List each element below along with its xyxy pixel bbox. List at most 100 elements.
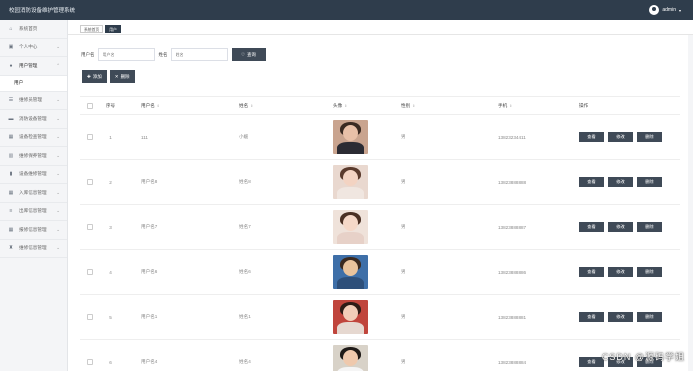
avatar-photo[interactable] [333, 300, 368, 334]
chevron-down-icon: ⌄ [56, 44, 60, 50]
tab-home[interactable]: 系统首页 [80, 25, 104, 33]
avatar-photo[interactable] [333, 255, 368, 289]
users-table: 序号 用户名 ⇕ 姓名 ⇕ 头像 ⇕ 性别 ⇕ 手机 ⇕ 操作 1 111 小媛 男 13… [80, 96, 680, 371]
edit-button[interactable]: 修改 [608, 222, 633, 232]
avatar[interactable] [649, 5, 660, 15]
sort-icon[interactable]: ⇕ [157, 104, 160, 108]
chevron-down-icon: ⌄ [56, 189, 60, 195]
row-checkbox[interactable] [87, 314, 93, 320]
tab-users[interactable]: 用户 [105, 25, 121, 33]
username[interactable]: admin [662, 7, 676, 13]
bulk-delete-button[interactable]: ✕ 删除 [109, 70, 135, 83]
grid-icon: ▦ [8, 189, 14, 196]
sidebar-item-label: 出库信息管理 [19, 208, 47, 214]
view-button[interactable]: 查看 [579, 267, 604, 277]
edit-button[interactable]: 修改 [608, 267, 633, 277]
sidebar-subitem-users[interactable]: 用户 [0, 75, 67, 92]
avatar-photo[interactable] [333, 165, 368, 199]
search-button-label: 查询 [247, 51, 257, 57]
add-button-label: 添加 [92, 73, 102, 79]
col-ops: 操作 [579, 102, 589, 108]
avatar-photo[interactable] [333, 345, 368, 371]
sidebar-item-label: 报修信息管理 [19, 226, 47, 232]
col-phone[interactable]: 手机 ⇕ [480, 103, 579, 109]
sidebar-item-label: 个人中心 [19, 44, 38, 50]
action-bar: ✚ 添加 ✕ 删除 [82, 70, 135, 83]
sliders-icon: ≡ [9, 208, 13, 215]
sidebar-item-profile[interactable]: ▣ 个人中心 ⌄ [0, 39, 67, 57]
sort-icon[interactable]: ⇕ [412, 104, 415, 108]
sidebar-item-stock-out[interactable]: ≡ 出库信息管理 ⌄ [0, 203, 67, 221]
name-label: 姓名 [158, 51, 168, 57]
row-phone: 13823234411 [498, 134, 526, 140]
sidebar-item-maintenance[interactable]: ▥ 维修保养管理 ⌄ [0, 147, 67, 166]
row-name: 姓名7 [239, 224, 251, 229]
sidebar-item-label: 系统首页 [19, 25, 38, 31]
delete-button[interactable]: 删除 [637, 222, 662, 232]
avatar-photo[interactable] [333, 120, 368, 154]
sort-icon[interactable]: ⇕ [344, 104, 347, 108]
sidebar-item-equipment[interactable]: ▬ 消防设备管理 ⌄ [0, 110, 67, 129]
chevron-down-icon: ⌄ [56, 115, 60, 121]
user-menu[interactable]: admin ▾ [649, 5, 681, 15]
avatar-photo[interactable] [333, 210, 368, 244]
chevron-down-icon[interactable]: ▾ [679, 8, 681, 13]
sidebar-item-stock-in[interactable]: ▦ 入库信息管理 ⌄ [0, 184, 67, 203]
row-checkbox[interactable] [87, 134, 93, 140]
view-button[interactable]: 查看 [579, 312, 604, 322]
table-row: 5 用户名1 姓名1 男 13823888881 查看 修改 删除 [80, 295, 680, 340]
search-button[interactable]: ♡ 查询 [231, 48, 266, 61]
grid-icon: ▦ [8, 226, 14, 233]
sidebar-item-label: 消防设备管理 [19, 115, 47, 121]
app-title: 校园消防设备维护管理系统 [9, 8, 76, 14]
sidebar-item-repair[interactable]: ▮ 设备维修管理 ⌄ [0, 166, 67, 184]
col-photo[interactable]: 头像 ⇕ [316, 103, 382, 109]
select-all-checkbox[interactable] [87, 102, 93, 109]
trophy-icon: ♜ [8, 245, 14, 252]
scrollbar-track[interactable] [688, 35, 693, 371]
delete-button[interactable]: 删除 [637, 177, 662, 187]
delete-button[interactable]: 删除 [637, 132, 662, 142]
view-button[interactable]: 查看 [579, 357, 604, 367]
row-checkbox[interactable] [87, 224, 93, 230]
sidebar-item-home[interactable]: ⌂ 系统首页 [0, 20, 67, 39]
divider [68, 34, 693, 35]
row-checkbox[interactable] [87, 269, 93, 275]
sidebar-item-inspection[interactable]: ▦ 设备检查管理 ⌄ [0, 129, 67, 147]
sort-icon[interactable]: ⇕ [250, 104, 253, 108]
view-button[interactable]: 查看 [579, 222, 604, 232]
col-gender[interactable]: 性别 ⇕ [382, 103, 480, 109]
search-form: 用户名 姓名 ♡ 查询 [81, 48, 266, 61]
chevron-down-icon: ⌄ [56, 97, 60, 103]
delete-button[interactable]: 删除 [637, 267, 662, 277]
col-username[interactable]: 用户名 ⇕ [121, 103, 219, 109]
edit-button[interactable]: 修改 [608, 312, 633, 322]
delete-button[interactable]: 删除 [637, 312, 662, 322]
sidebar-item-repair-info[interactable]: ♜ 维修信息管理 ⌄ [0, 240, 67, 258]
sidebar-item-repairers[interactable]: ☰ 维修员管理 ⌄ [0, 92, 67, 110]
edit-button[interactable]: 修改 [608, 177, 633, 187]
username-search-input[interactable] [97, 48, 155, 61]
table-row: 1 111 小媛 男 13823234411 查看 修改 删除 [80, 115, 680, 160]
row-username: 111 [141, 134, 148, 140]
col-name[interactable]: 姓名 ⇕ [219, 103, 316, 109]
edit-button[interactable]: 修改 [608, 132, 633, 142]
add-button[interactable]: ✚ 添加 [82, 70, 107, 83]
name-search-input[interactable] [170, 48, 228, 61]
top-bar: 校园消防设备维护管理系统 admin ▾ [0, 0, 693, 20]
view-button[interactable]: 查看 [579, 132, 604, 142]
row-gender: 男 [401, 314, 406, 319]
sidebar-item-label: 用户管理 [19, 62, 38, 68]
sort-icon[interactable]: ⇕ [509, 104, 512, 108]
table-header: 序号 用户名 ⇕ 姓名 ⇕ 头像 ⇕ 性别 ⇕ 手机 ⇕ 操作 [80, 97, 680, 115]
row-checkbox[interactable] [87, 359, 93, 365]
view-button[interactable]: 查看 [579, 177, 604, 187]
sidebar-item-users[interactable]: ● 用户管理 ⌃ [0, 57, 67, 76]
chevron-down-icon: ⌄ [56, 134, 60, 140]
row-index: 5 [109, 314, 112, 320]
row-checkbox[interactable] [87, 179, 93, 185]
grid-icon: ▦ [8, 134, 14, 141]
row-gender: 男 [401, 179, 406, 184]
sidebar-item-label: 设备维修管理 [19, 171, 47, 177]
sidebar-item-report[interactable]: ▦ 报修信息管理 ⌄ [0, 221, 67, 240]
